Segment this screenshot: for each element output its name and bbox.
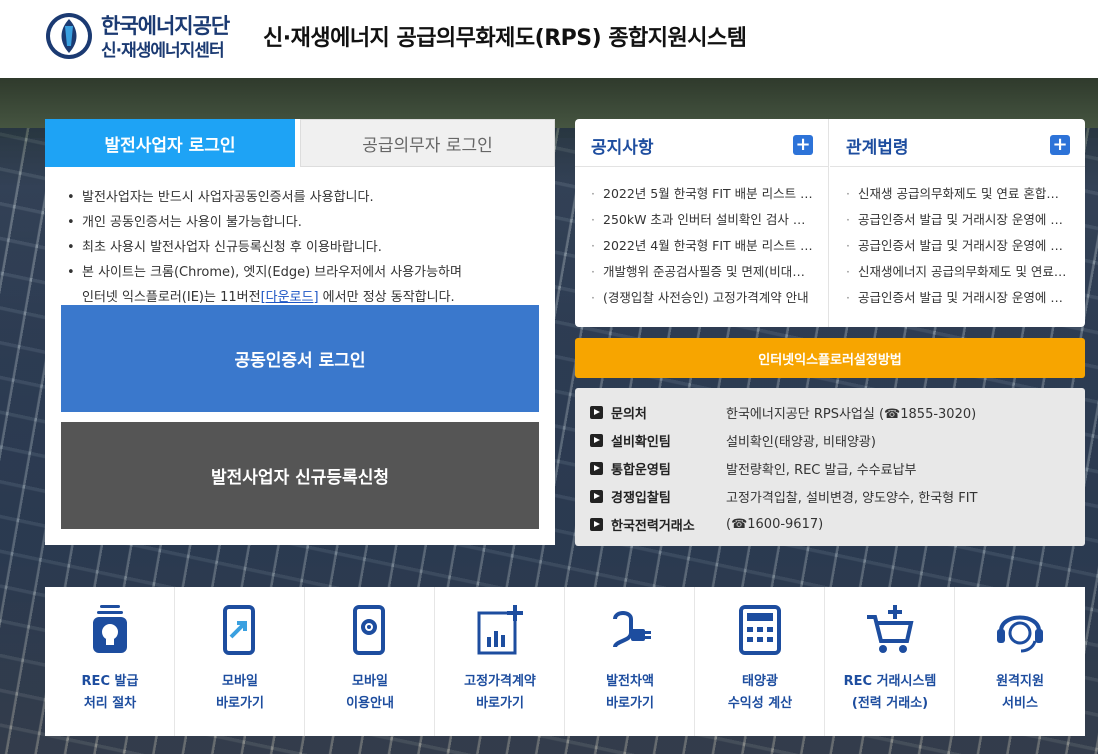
service-label: 태양광 수익성 계산 [727,674,793,711]
play-arrow-icon [590,489,603,503]
service-feed-in[interactable]: 발전차액 바로가기 [565,587,695,736]
service-label: 모바일 이용안내 [346,674,394,711]
plug-icon [613,611,651,648]
notice-more-plus-icon[interactable]: + [793,135,813,155]
site-header: 한국에너지공단 신·재생에너지센터 신·재생에너지 공급의무화제도(RPS) 종… [0,0,1098,78]
contact-row: 통합운영팀 발전량확인, REC 발급, 수수료납부 [590,458,917,478]
law-item[interactable]: 공급인증서 발급 및 거래시장 운영에 관한 규칙 [846,233,1070,259]
service-remote-support[interactable]: 원격지원 서비스 [955,587,1085,736]
law-item[interactable]: 신재생에너지 공급의무화제도 및 연료 혼합의무화제도 관리·운영지침 [846,259,1070,285]
contact-value: 한국에너지공단 RPS사업실 (☎1855-3020) [726,406,977,422]
law-item[interactable]: 공급인증서 발급 및 거래시장 운영에 관한 규칙 [846,207,1070,233]
law-more-plus-icon[interactable]: + [1050,135,1070,155]
service-mobile-guide[interactable]: 모바일 이용안내 [305,587,435,736]
law-divider [830,166,1085,167]
tab-generator-login[interactable]: 발전사업자 로그인 [45,119,295,167]
service-label: 발전차액 바로가기 [606,674,654,711]
service-label: 모바일 바로가기 [216,674,264,711]
site-title: 신·재생에너지 공급의무화제도(RPS) 종합지원시스템 [263,26,747,51]
law-board-title[interactable]: 관계법령 [846,133,909,158]
board-panel: 공지사항 + 2022년 5월 한국형 FIT 배분 리스트 안내 250kW … [575,119,1085,327]
contact-row: 설비확인팀 설비확인(태양광, 비태양광) [590,430,876,450]
rec-bulb-icon [93,605,127,653]
service-fixed-price[interactable]: 고정가격계약 바로가기 [435,587,565,736]
contact-label: 문의처 [611,406,647,422]
notice-item[interactable]: 개발행위 준공검사필증 및 면제(비대상) 안내 [591,259,815,285]
ie-settings-button[interactable]: 인터넷익스플로러설정방법 [575,338,1085,378]
chart-plus-icon [477,605,523,655]
contact-value: 설비확인(태양광, 비태양광) [726,434,876,450]
quick-service-bar: REC 발급 처리 절차 모바일 바로가기 모바일 이용안내 고정가격계약 바로… [45,587,1085,736]
contact-panel: 문의처 한국에너지공단 RPS사업실 (☎1855-3020) 설비확인팀 설비… [575,388,1085,546]
login-notice-browser-text: 본 사이트는 크롬(Chrome), 엣지(Edge) 브라우저에서 사용가능하… [82,265,462,280]
law-item[interactable]: 공급인증서 발급 및 거래시장 운영에 관한 규칙 [846,285,1070,311]
law-board: 관계법령 + 신재생 공급의무화제도 및 연료 혼합의무화제도 관리·운영지침 … [830,119,1085,327]
contact-row: 경쟁입찰팀 고정가격입찰, 설비변경, 양도양수, 한국형 FIT [590,486,978,506]
service-rec-trade[interactable]: REC 거래시스템 (전력 거래소) [825,587,955,736]
service-rec-issue[interactable]: REC 발급 처리 절차 [45,587,175,736]
service-label: 원격지원 서비스 [996,674,1044,711]
contact-value: 발전량확인, REC 발급, 수수료납부 [726,462,917,478]
play-arrow-icon [590,433,603,447]
contact-label: 설비확인팀 [611,434,671,450]
org-sub-name[interactable]: 신·재생에너지센터 [101,36,225,61]
service-solar-calc[interactable]: 태양광 수익성 계산 [695,587,825,736]
mobile-gear-icon [353,605,385,655]
login-notice-item: 발전사업자는 반드시 사업자공동인증서를 사용합니다. [67,185,462,210]
service-label: REC 거래시스템 (전력 거래소) [843,674,937,711]
notice-board-title[interactable]: 공지사항 [591,133,654,158]
login-notice-item: 최초 사용시 발전사업자 신규등록신청 후 이용바랍니다. [67,235,462,260]
cart-plus-icon [867,605,914,653]
login-notice-item: 개인 공동인증서는 사용이 불가능합니다. [67,210,462,235]
ie-download-link[interactable]: [다운로드] [261,290,319,305]
login-notice-list: 발전사업자는 반드시 사업자공동인증서를 사용합니다. 개인 공동인증서는 사용… [67,185,462,310]
notice-divider [575,166,828,167]
login-notice-ie-text-end: 에서만 정상 동작합니다. [318,290,455,305]
mobile-link-icon [223,605,255,655]
notice-item[interactable]: 250kW 초과 인버터 설비확인 검사 안내 [591,207,815,233]
service-mobile-link[interactable]: 모바일 바로가기 [175,587,305,736]
notice-item[interactable]: 2022년 5월 한국형 FIT 배분 리스트 안내 [591,181,815,207]
generator-register-button[interactable]: 발전사업자 신규등록신청 [61,422,539,529]
tab-supplier-login[interactable]: 공급의무자 로그인 [300,119,555,167]
calculator-icon [739,605,781,655]
cert-login-button[interactable]: 공동인증서 로그인 [61,305,539,412]
play-arrow-icon [590,461,603,475]
contact-row: 한국전력거래소 (☎1600-9617) [590,514,823,534]
notice-list: 2022년 5월 한국형 FIT 배분 리스트 안내 250kW 초과 인버터 … [591,181,815,311]
contact-value: (☎1600-9617) [726,516,824,532]
law-item[interactable]: 신재생 공급의무화제도 및 연료 혼합의무화제도 관리·운영지침 [846,181,1070,207]
notice-item[interactable]: (경쟁입찰 사전승인) 고정가격계약 안내 [591,285,815,311]
contact-label: 경쟁입찰팀 [611,490,671,506]
contact-row: 문의처 한국에너지공단 RPS사업실 (☎1855-3020) [590,402,976,422]
law-list: 신재생 공급의무화제도 및 연료 혼합의무화제도 관리·운영지침 공급인증서 발… [846,181,1070,311]
headset-icon [997,615,1043,653]
contact-value: 고정가격입찰, 설비변경, 양도양수, 한국형 FIT [726,490,978,506]
kea-logo-icon[interactable] [45,12,93,60]
service-label: REC 발급 처리 절차 [81,674,139,711]
contact-label: 한국전력거래소 [611,518,695,534]
contact-label: 통합운영팀 [611,462,671,478]
play-arrow-icon [590,405,603,419]
login-notice-ie-text: 인터넷 익스플로러(IE)는 11버전 [82,290,261,305]
notice-board: 공지사항 + 2022년 5월 한국형 FIT 배분 리스트 안내 250kW … [575,119,829,327]
login-notice-item: 본 사이트는 크롬(Chrome), 엣지(Edge) 브라우저에서 사용가능하… [67,260,462,310]
login-card: 발전사업자 로그인 공급의무자 로그인 발전사업자는 반드시 사업자공동인증서를… [45,119,555,545]
play-arrow-icon [590,517,603,531]
service-label: 고정가격계약 바로가기 [464,674,536,711]
notice-item[interactable]: 2022년 4월 한국형 FIT 배분 리스트 안내 [591,233,815,259]
